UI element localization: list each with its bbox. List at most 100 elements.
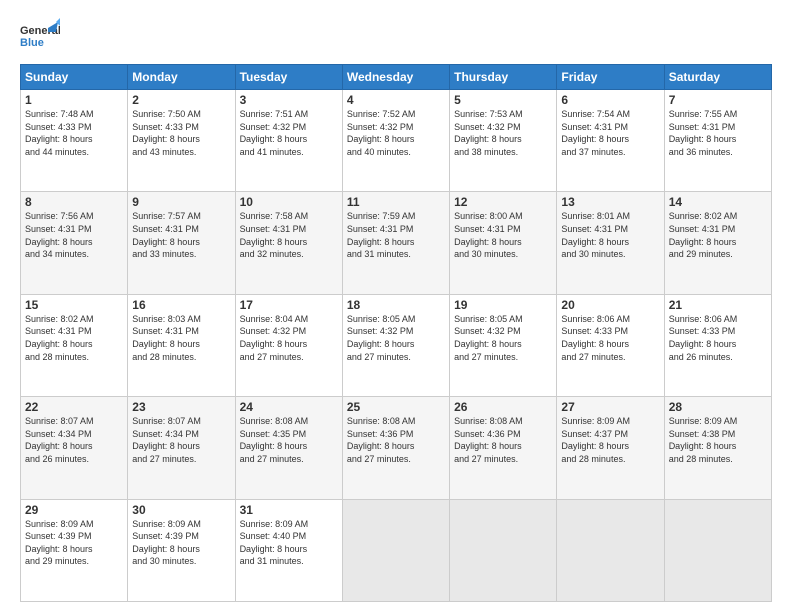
sunrise-label: Sunrise: 8:08 AM xyxy=(240,416,309,426)
daylight-label: Daylight: 8 hours xyxy=(132,237,200,247)
sunrise-label: Sunrise: 8:02 AM xyxy=(25,314,94,324)
daylight-minutes: and 27 minutes. xyxy=(240,352,304,362)
day-info: Sunrise: 8:00 AM Sunset: 4:31 PM Dayligh… xyxy=(454,210,552,260)
sunrise-label: Sunrise: 8:09 AM xyxy=(132,519,201,529)
calendar-header-row: SundayMondayTuesdayWednesdayThursdayFrid… xyxy=(21,65,772,90)
daylight-label: Daylight: 8 hours xyxy=(669,237,737,247)
sunset-label: Sunset: 4:31 PM xyxy=(347,224,414,234)
daylight-minutes: and 28 minutes. xyxy=(132,352,196,362)
day-info: Sunrise: 8:06 AM Sunset: 4:33 PM Dayligh… xyxy=(669,313,767,363)
day-number: 28 xyxy=(669,400,767,414)
day-info: Sunrise: 8:08 AM Sunset: 4:35 PM Dayligh… xyxy=(240,415,338,465)
sunset-label: Sunset: 4:38 PM xyxy=(669,429,736,439)
calendar-cell: 15 Sunrise: 8:02 AM Sunset: 4:31 PM Dayl… xyxy=(21,294,128,396)
day-info: Sunrise: 8:09 AM Sunset: 4:37 PM Dayligh… xyxy=(561,415,659,465)
daylight-minutes: and 33 minutes. xyxy=(132,249,196,259)
sunset-label: Sunset: 4:32 PM xyxy=(240,326,307,336)
daylight-minutes: and 27 minutes. xyxy=(561,352,625,362)
sunrise-label: Sunrise: 8:06 AM xyxy=(561,314,630,324)
sunset-label: Sunset: 4:40 PM xyxy=(240,531,307,541)
calendar-cell: 20 Sunrise: 8:06 AM Sunset: 4:33 PM Dayl… xyxy=(557,294,664,396)
calendar-cell xyxy=(342,499,449,601)
calendar-week-row: 1 Sunrise: 7:48 AM Sunset: 4:33 PM Dayli… xyxy=(21,90,772,192)
daylight-minutes: and 27 minutes. xyxy=(240,454,304,464)
daylight-label: Daylight: 8 hours xyxy=(240,441,308,451)
sunrise-label: Sunrise: 8:06 AM xyxy=(669,314,738,324)
sunrise-label: Sunrise: 7:58 AM xyxy=(240,211,309,221)
sunrise-label: Sunrise: 8:09 AM xyxy=(561,416,630,426)
daylight-label: Daylight: 8 hours xyxy=(669,339,737,349)
day-number: 10 xyxy=(240,195,338,209)
sunset-label: Sunset: 4:39 PM xyxy=(25,531,92,541)
daylight-minutes: and 27 minutes. xyxy=(347,454,411,464)
day-number: 14 xyxy=(669,195,767,209)
sunrise-label: Sunrise: 8:08 AM xyxy=(454,416,523,426)
sunset-label: Sunset: 4:31 PM xyxy=(561,122,628,132)
day-info: Sunrise: 8:09 AM Sunset: 4:39 PM Dayligh… xyxy=(25,518,123,568)
sunrise-label: Sunrise: 7:48 AM xyxy=(25,109,94,119)
calendar-cell: 21 Sunrise: 8:06 AM Sunset: 4:33 PM Dayl… xyxy=(664,294,771,396)
day-number: 22 xyxy=(25,400,123,414)
calendar-cell: 11 Sunrise: 7:59 AM Sunset: 4:31 PM Dayl… xyxy=(342,192,449,294)
calendar-table: SundayMondayTuesdayWednesdayThursdayFrid… xyxy=(20,64,772,602)
day-number: 8 xyxy=(25,195,123,209)
daylight-minutes: and 27 minutes. xyxy=(347,352,411,362)
calendar-cell: 12 Sunrise: 8:00 AM Sunset: 4:31 PM Dayl… xyxy=(450,192,557,294)
day-number: 18 xyxy=(347,298,445,312)
day-info: Sunrise: 8:04 AM Sunset: 4:32 PM Dayligh… xyxy=(240,313,338,363)
day-number: 15 xyxy=(25,298,123,312)
calendar-cell: 18 Sunrise: 8:05 AM Sunset: 4:32 PM Dayl… xyxy=(342,294,449,396)
sunrise-label: Sunrise: 7:53 AM xyxy=(454,109,523,119)
day-info: Sunrise: 7:52 AM Sunset: 4:32 PM Dayligh… xyxy=(347,108,445,158)
day-number: 12 xyxy=(454,195,552,209)
day-info: Sunrise: 8:09 AM Sunset: 4:39 PM Dayligh… xyxy=(132,518,230,568)
daylight-label: Daylight: 8 hours xyxy=(454,237,522,247)
sunrise-label: Sunrise: 7:52 AM xyxy=(347,109,416,119)
sunset-label: Sunset: 4:31 PM xyxy=(132,326,199,336)
calendar-cell: 13 Sunrise: 8:01 AM Sunset: 4:31 PM Dayl… xyxy=(557,192,664,294)
day-number: 25 xyxy=(347,400,445,414)
sunset-label: Sunset: 4:31 PM xyxy=(454,224,521,234)
calendar-cell xyxy=(664,499,771,601)
daylight-label: Daylight: 8 hours xyxy=(25,544,93,554)
calendar-cell: 7 Sunrise: 7:55 AM Sunset: 4:31 PM Dayli… xyxy=(664,90,771,192)
sunset-label: Sunset: 4:31 PM xyxy=(25,224,92,234)
daylight-minutes: and 43 minutes. xyxy=(132,147,196,157)
daylight-label: Daylight: 8 hours xyxy=(25,134,93,144)
day-number: 7 xyxy=(669,93,767,107)
day-number: 13 xyxy=(561,195,659,209)
sunset-label: Sunset: 4:37 PM xyxy=(561,429,628,439)
calendar-cell: 19 Sunrise: 8:05 AM Sunset: 4:32 PM Dayl… xyxy=(450,294,557,396)
daylight-label: Daylight: 8 hours xyxy=(669,134,737,144)
daylight-label: Daylight: 8 hours xyxy=(561,339,629,349)
sunset-label: Sunset: 4:32 PM xyxy=(240,122,307,132)
sunrise-label: Sunrise: 7:50 AM xyxy=(132,109,201,119)
calendar-cell: 2 Sunrise: 7:50 AM Sunset: 4:33 PM Dayli… xyxy=(128,90,235,192)
calendar-cell: 23 Sunrise: 8:07 AM Sunset: 4:34 PM Dayl… xyxy=(128,397,235,499)
calendar-cell xyxy=(450,499,557,601)
sunset-label: Sunset: 4:31 PM xyxy=(561,224,628,234)
sunset-label: Sunset: 4:33 PM xyxy=(25,122,92,132)
daylight-label: Daylight: 8 hours xyxy=(132,441,200,451)
daylight-minutes: and 44 minutes. xyxy=(25,147,89,157)
sunrise-label: Sunrise: 8:09 AM xyxy=(25,519,94,529)
daylight-label: Daylight: 8 hours xyxy=(561,441,629,451)
col-header-friday: Friday xyxy=(557,65,664,90)
day-number: 11 xyxy=(347,195,445,209)
daylight-label: Daylight: 8 hours xyxy=(454,441,522,451)
daylight-label: Daylight: 8 hours xyxy=(454,134,522,144)
day-info: Sunrise: 7:58 AM Sunset: 4:31 PM Dayligh… xyxy=(240,210,338,260)
day-info: Sunrise: 8:09 AM Sunset: 4:38 PM Dayligh… xyxy=(669,415,767,465)
calendar-cell: 22 Sunrise: 8:07 AM Sunset: 4:34 PM Dayl… xyxy=(21,397,128,499)
day-info: Sunrise: 7:56 AM Sunset: 4:31 PM Dayligh… xyxy=(25,210,123,260)
day-info: Sunrise: 7:48 AM Sunset: 4:33 PM Dayligh… xyxy=(25,108,123,158)
day-number: 17 xyxy=(240,298,338,312)
daylight-label: Daylight: 8 hours xyxy=(240,544,308,554)
day-info: Sunrise: 8:07 AM Sunset: 4:34 PM Dayligh… xyxy=(132,415,230,465)
calendar-cell: 26 Sunrise: 8:08 AM Sunset: 4:36 PM Dayl… xyxy=(450,397,557,499)
daylight-minutes: and 31 minutes. xyxy=(240,556,304,566)
daylight-minutes: and 26 minutes. xyxy=(25,454,89,464)
sunset-label: Sunset: 4:31 PM xyxy=(132,224,199,234)
sunrise-label: Sunrise: 8:04 AM xyxy=(240,314,309,324)
sunset-label: Sunset: 4:32 PM xyxy=(454,326,521,336)
